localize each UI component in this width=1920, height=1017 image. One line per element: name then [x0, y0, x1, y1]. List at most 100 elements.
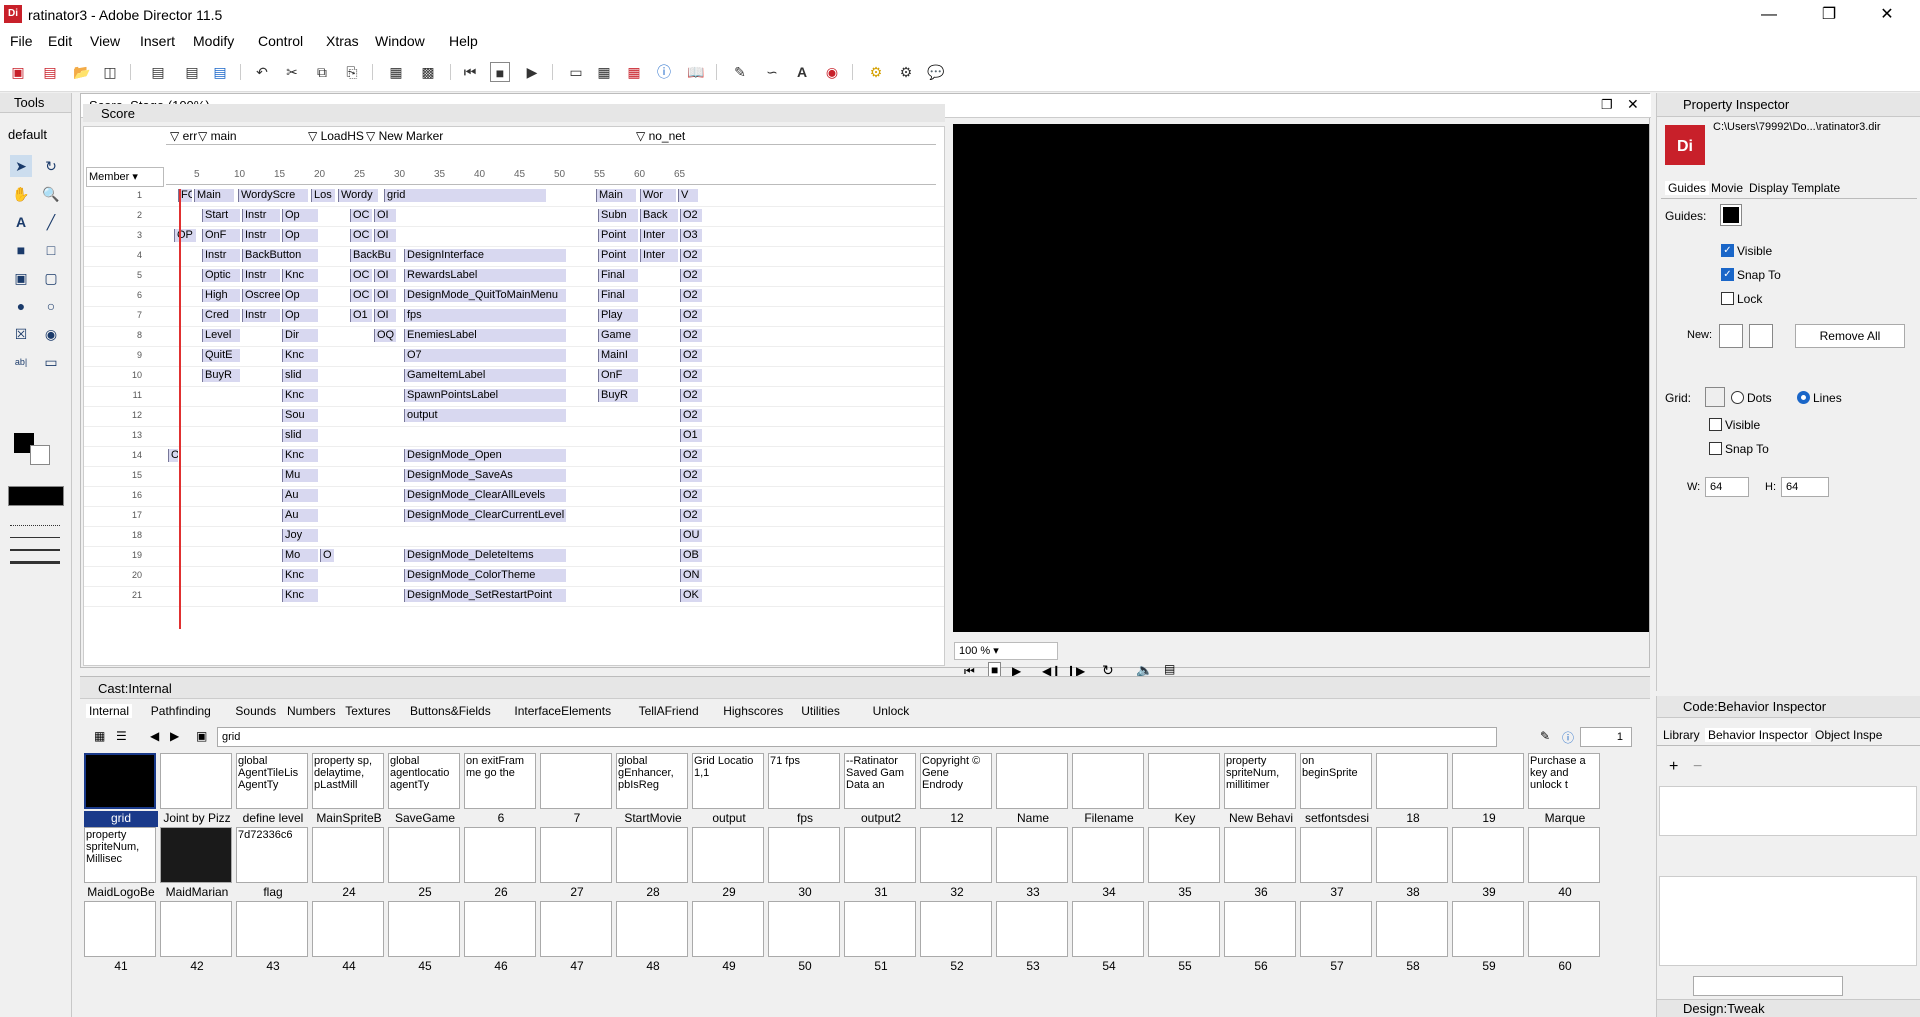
sprite-channel[interactable]: 7 Cred Instr Op O1 OI fps Play O2 [84, 307, 944, 327]
new-vertical-guide[interactable] [1749, 324, 1773, 348]
sprite-channel[interactable]: 4 Instr BackButton BackBu DesignInterface Poi… [84, 247, 944, 267]
sprite-channel[interactable]: 17 Au DesignMode_ClearCurrentLevel O2 [84, 507, 944, 527]
sprite-span[interactable]: O2 [680, 469, 702, 482]
cast-tab[interactable]: Buttons&Fields [410, 704, 491, 718]
cast-info-icon[interactable]: ⓘ [1562, 729, 1574, 746]
cast-member-thumbnail[interactable]: Copyright © Gene Endrody [920, 753, 992, 809]
pattern-swatch[interactable] [8, 486, 64, 506]
cast-tab[interactable]: Highscores [723, 704, 783, 718]
cast-member-thumbnail[interactable] [84, 753, 156, 809]
sprite-span[interactable]: BackBu [350, 249, 396, 262]
sprite-span[interactable]: O2 [680, 369, 702, 382]
cast-member-thumbnail[interactable] [388, 901, 460, 957]
round-rect-icon[interactable]: ▢ [40, 267, 62, 289]
grid-visible-checkbox[interactable] [1709, 418, 1722, 431]
sprite-channel[interactable]: 10 BuyR slid GameItemLabel OnF O2 [84, 367, 944, 387]
sprite-span[interactable]: slid [282, 369, 318, 382]
guides-color-swatch[interactable] [1720, 204, 1742, 226]
behavior-icon[interactable]: ⚙ [866, 62, 886, 82]
guides-visible-checkbox[interactable]: ✓ [1721, 244, 1734, 257]
cast-member-thumbnail[interactable] [616, 827, 688, 883]
sprite-span[interactable]: RewardsLabel [404, 269, 566, 282]
sprite-span[interactable]: Oscree [242, 289, 280, 302]
zoom-tool-icon[interactable]: 🔍 [40, 183, 62, 205]
sprite-channel[interactable]: 8 Level Dir OQ EnemiesLabel Game O2 [84, 327, 944, 347]
sprite-span[interactable]: DesignMode_QuitToMainMenu [404, 289, 566, 302]
grid-height-input[interactable]: 64 [1781, 477, 1829, 497]
cast-member-thumbnail[interactable] [692, 827, 764, 883]
sprite-channel[interactable]: 9 QuitE Knc O7 MainI O2 [84, 347, 944, 367]
filled-ellipse-icon[interactable]: ● [10, 295, 32, 317]
sprite-channel[interactable]: 13 slid O1 [84, 427, 944, 447]
sprite-span[interactable]: OI [374, 209, 396, 222]
close-panel-icon[interactable]: ✕ [1627, 96, 1639, 113]
marker-loadhs[interactable]: ▽ LoadHS [308, 129, 364, 143]
sprite-span[interactable]: DesignMode_SetRestartPoint [404, 589, 566, 602]
add-behavior-icon[interactable]: + [1669, 758, 1678, 776]
sprite-span[interactable]: OI [374, 309, 396, 322]
cast-member-thumbnail[interactable]: 71 fps [768, 753, 840, 809]
behavior-script-input[interactable] [1693, 976, 1843, 996]
sprite-span[interactable]: O2 [680, 289, 702, 302]
line-3px[interactable] [10, 561, 60, 564]
sprite-span[interactable]: Point [598, 229, 638, 242]
sprite-span[interactable]: OK [680, 589, 702, 602]
behavior-tab[interactable]: Behavior Inspector [1705, 728, 1812, 742]
sprite-span[interactable]: DesignMode_ClearCurrentLevel [404, 509, 566, 522]
field-tool-icon[interactable]: ab| [10, 351, 32, 373]
cast-member-thumbnail[interactable]: --Ratinator Saved Gam Data an [844, 753, 916, 809]
cast-member-thumbnail[interactable] [920, 827, 992, 883]
sprite-span[interactable]: O2 [680, 349, 702, 362]
sprite-channel[interactable]: 18 Joy OU [84, 527, 944, 547]
cast-member-thumbnail[interactable] [464, 901, 536, 957]
sprite-span[interactable]: DesignMode_Open [404, 449, 566, 462]
sprite-span[interactable]: EnemiesLabel [404, 329, 566, 342]
sprite-span[interactable]: Instr [242, 309, 280, 322]
play-icon[interactable]: ▶ [522, 62, 542, 82]
sprite-span[interactable]: OU [680, 529, 702, 542]
cast-member-thumbnail[interactable] [844, 901, 916, 957]
sprite-channel[interactable]: 20 Knc DesignMode_ColorTheme ON [84, 567, 944, 587]
message-icon[interactable]: 💬 [926, 62, 946, 82]
sprite-span[interactable]: Instr [242, 229, 280, 242]
cast-member-thumbnail[interactable] [1072, 901, 1144, 957]
sprite-span[interactable]: DesignMode_SaveAs [404, 469, 566, 482]
cast-member-thumbnail[interactable] [1528, 901, 1600, 957]
cast-member-thumbnail[interactable]: global AgentTileLis AgentTy [236, 753, 308, 809]
copy-icon[interactable]: ⧉ [312, 62, 332, 82]
sprite-span[interactable]: Op [282, 289, 318, 302]
menu-view[interactable]: View [90, 33, 120, 49]
cast-member-thumbnail[interactable] [160, 827, 232, 883]
cast-member-thumbnail[interactable]: property spriteNum, Millisec [84, 827, 156, 883]
sprite-span[interactable]: OnF [598, 369, 638, 382]
cast-member-thumbnail[interactable] [1148, 901, 1220, 957]
cast-member-name-input[interactable]: grid [217, 727, 1497, 747]
cast-member-thumbnail[interactable] [1072, 827, 1144, 883]
cast-member-thumbnail[interactable] [1148, 827, 1220, 883]
sprite-span[interactable]: O2 [680, 309, 702, 322]
sprite-span[interactable]: grid [384, 189, 546, 202]
maximize-panel-icon[interactable]: ❐ [1601, 97, 1613, 113]
sprite-channel[interactable]: 16 Au DesignMode_ClearAllLevels O2 [84, 487, 944, 507]
menu-insert[interactable]: Insert [140, 33, 175, 49]
sprite-span[interactable]: OnF [202, 229, 240, 242]
cast-member-thumbnail[interactable]: global gEnhancer, pbIsReg [616, 753, 688, 809]
sprite-span[interactable]: Knc [282, 449, 318, 462]
cast-member-thumbnail[interactable]: 7d72336c6 [236, 827, 308, 883]
sprite-span[interactable]: Subn [598, 209, 638, 222]
sprite-span[interactable]: OC [350, 269, 372, 282]
ellipse-icon[interactable]: ○ [40, 295, 62, 317]
sprite-channel[interactable]: 14 O Knc DesignMode_Open O2 [84, 447, 944, 467]
remove-all-button[interactable]: Remove All [1795, 324, 1905, 348]
sprite-span[interactable]: Inter [640, 249, 678, 262]
sprite-span[interactable]: O2 [680, 329, 702, 342]
cast-member-thumbnail[interactable] [160, 753, 232, 809]
cast-view-style-icon[interactable]: ▦ [94, 729, 105, 743]
background-color-swatch[interactable] [30, 445, 50, 465]
shockwave-3d-icon[interactable]: ◉ [822, 62, 842, 82]
sprite-span[interactable]: Au [282, 509, 318, 522]
sprite-span[interactable]: OI [374, 229, 396, 242]
cast-member-thumbnail[interactable] [844, 827, 916, 883]
sprite-span[interactable]: Optic [202, 269, 240, 282]
marker-new-marker[interactable]: ▽ New Marker [366, 129, 443, 143]
